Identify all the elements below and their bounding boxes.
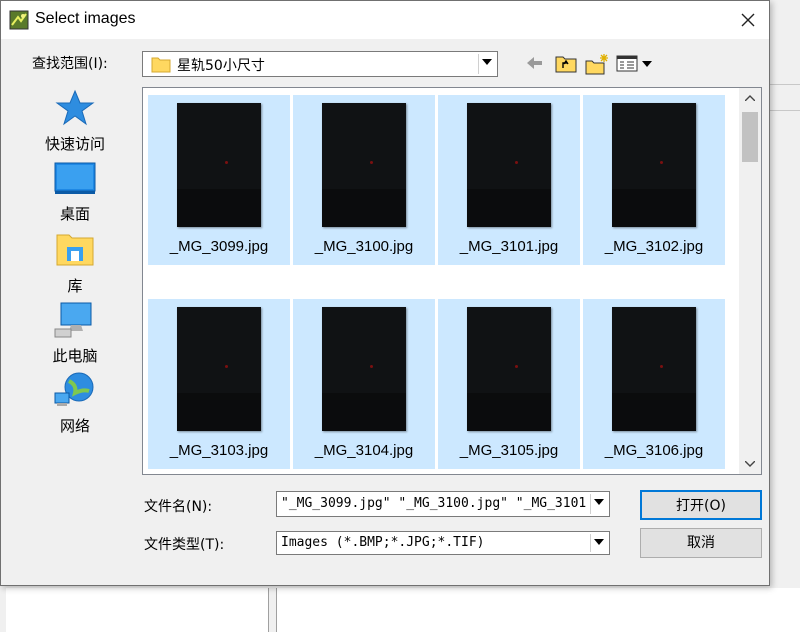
file-name: _MG_3103.jpg xyxy=(169,442,269,459)
image-thumbnail xyxy=(467,307,551,431)
file-name: _MG_3100.jpg xyxy=(314,238,414,255)
file-name-label: 文件名(N): xyxy=(144,499,213,515)
file-tile[interactable]: _MG_3099.jpg xyxy=(148,95,290,265)
image-thumbnail xyxy=(177,103,261,227)
image-thumbnail xyxy=(612,103,696,227)
background-divider xyxy=(770,84,800,85)
new-folder-button[interactable] xyxy=(585,53,609,75)
new-folder-icon xyxy=(585,54,608,75)
this-pc-icon xyxy=(54,302,92,338)
file-type-dropdown-button[interactable] xyxy=(590,534,607,552)
up-folder-button[interactable] xyxy=(554,53,578,75)
network-globe-icon xyxy=(54,372,94,406)
look-in-dropdown-button[interactable] xyxy=(478,54,495,74)
app-icon xyxy=(9,10,29,30)
file-type-label: 文件类型(T): xyxy=(144,537,225,553)
quick-access-star-icon xyxy=(55,89,95,126)
file-tile[interactable]: _MG_3104.jpg xyxy=(293,299,435,469)
folder-icon xyxy=(151,57,171,73)
place-this-pc[interactable]: 此电脑 xyxy=(21,301,129,366)
file-name: _MG_3106.jpg xyxy=(604,442,704,459)
file-tile[interactable]: _MG_3105.jpg xyxy=(438,299,580,469)
image-thumbnail xyxy=(322,307,406,431)
image-thumbnail xyxy=(177,307,261,431)
background-panel-left xyxy=(6,588,269,632)
place-network[interactable]: 网络 xyxy=(21,371,129,436)
file-name-combo[interactable]: "_MG_3099.jpg" "_MG_3100.jpg" "_MG_3101 xyxy=(276,491,610,517)
cancel-button[interactable]: 取消 xyxy=(640,528,762,558)
file-name: _MG_3099.jpg xyxy=(169,238,269,255)
place-label: 库 xyxy=(67,277,83,295)
close-icon xyxy=(741,13,755,27)
look-in-combo[interactable]: 星轨50小尺寸 xyxy=(142,51,498,77)
place-label: 网络 xyxy=(59,417,90,435)
image-thumbnail xyxy=(612,307,696,431)
open-button[interactable]: 打开(O) xyxy=(640,490,762,520)
file-type-combo[interactable]: Images (*.BMP;*.JPG;*.TIF) xyxy=(276,531,610,555)
file-tile[interactable]: _MG_3103.jpg xyxy=(148,299,290,469)
vertical-scrollbar[interactable] xyxy=(739,88,761,474)
chevron-down-icon xyxy=(482,59,492,65)
close-button[interactable] xyxy=(731,5,765,35)
image-thumbnail xyxy=(467,103,551,227)
file-list-view[interactable]: _MG_3099.jpg _MG_3100.jpg _MG_3101.jpg _… xyxy=(142,87,762,475)
file-name-dropdown-button[interactable] xyxy=(590,494,607,514)
up-folder-icon xyxy=(555,56,577,73)
chevron-down-icon xyxy=(744,460,756,467)
chevron-up-icon xyxy=(744,95,756,102)
title-bar[interactable]: Select images xyxy=(1,1,769,39)
back-button[interactable] xyxy=(523,53,545,75)
back-arrow-icon xyxy=(527,57,542,69)
background-divider xyxy=(770,110,800,111)
background-panel-right xyxy=(276,588,800,632)
file-name-input[interactable]: "_MG_3099.jpg" "_MG_3100.jpg" "_MG_3101 xyxy=(281,496,587,511)
window-title: Select images xyxy=(35,10,136,27)
view-menu-button[interactable] xyxy=(616,53,656,75)
look-in-label: 查找范围(I): xyxy=(32,56,108,72)
view-menu-icon xyxy=(616,55,652,72)
file-type-value: Images (*.BMP;*.JPG;*.TIF) xyxy=(281,535,485,550)
file-tile[interactable]: _MG_3102.jpg xyxy=(583,95,725,265)
place-label: 快速访问 xyxy=(44,135,105,153)
look-in-value: 星轨50小尺寸 xyxy=(177,58,265,74)
place-library[interactable]: 库 xyxy=(21,231,129,296)
scroll-down-button[interactable] xyxy=(739,454,761,474)
scrollbar-thumb[interactable] xyxy=(742,112,758,162)
file-name: _MG_3101.jpg xyxy=(459,238,559,255)
file-name: _MG_3102.jpg xyxy=(604,238,704,255)
place-label: 桌面 xyxy=(59,205,90,223)
chevron-down-icon xyxy=(594,539,604,545)
file-tile[interactable]: _MG_3101.jpg xyxy=(438,95,580,265)
file-name: _MG_3104.jpg xyxy=(314,442,414,459)
place-desktop[interactable]: 桌面 xyxy=(21,161,129,224)
scroll-up-button[interactable] xyxy=(739,88,761,108)
image-thumbnail xyxy=(322,103,406,227)
file-tile[interactable]: _MG_3106.jpg xyxy=(583,299,725,469)
place-quick-access[interactable]: 快速访问 xyxy=(21,89,129,154)
desktop-icon xyxy=(54,162,96,194)
file-tile[interactable]: _MG_3100.jpg xyxy=(293,95,435,265)
place-label: 此电脑 xyxy=(52,347,98,365)
library-icon xyxy=(56,234,94,266)
select-images-dialog: Select images 查找范围(I): 星轨50小尺寸 快速访问 桌面 库… xyxy=(0,0,770,586)
file-name: _MG_3105.jpg xyxy=(459,442,559,459)
chevron-down-icon xyxy=(594,499,604,505)
